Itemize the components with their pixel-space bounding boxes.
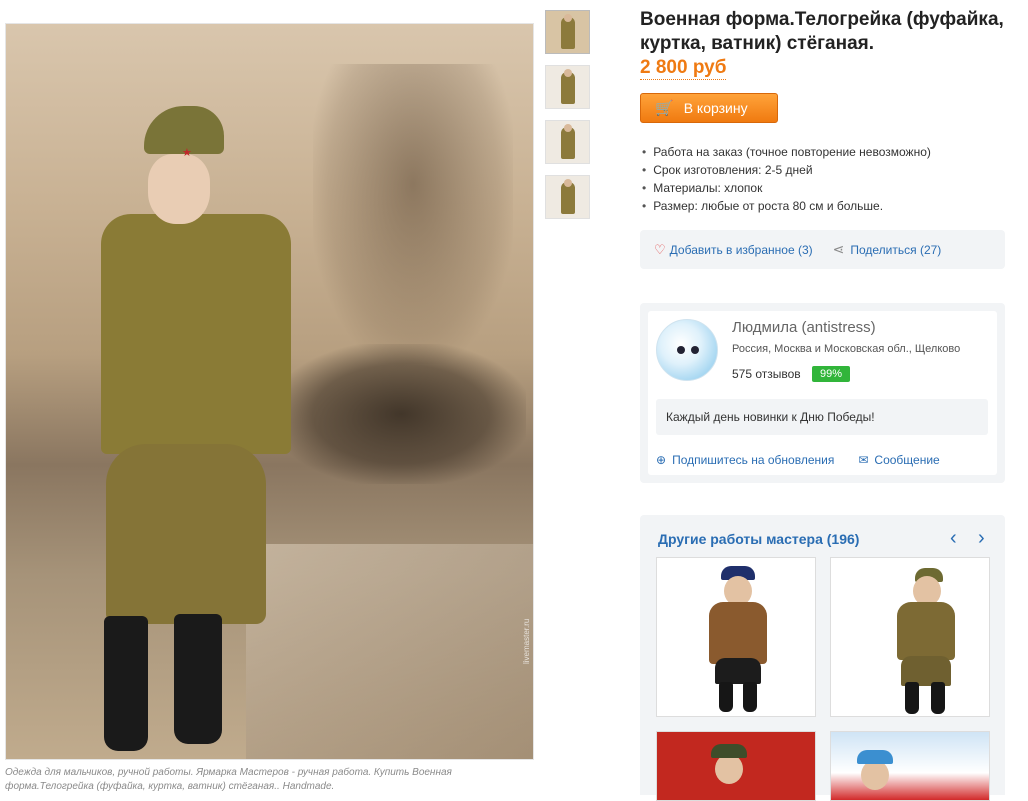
thumbnail-head: [564, 69, 572, 77]
product-price: 2 800 руб: [640, 57, 727, 80]
envelope-icon: ✉: [858, 453, 869, 467]
card-head: [861, 760, 889, 790]
other-work-card[interactable]: [656, 731, 816, 801]
card-cap: [857, 750, 893, 764]
background-cannon: [276, 344, 526, 484]
rating-badge: 99%: [812, 366, 850, 382]
seller-name[interactable]: Людмила (antistress): [732, 319, 876, 336]
share-icon: ⋖: [832, 241, 845, 257]
card-legs: [715, 658, 761, 684]
share-link[interactable]: ⋖ Поделиться (27): [813, 241, 942, 258]
card-boot: [931, 682, 945, 714]
thumbnail-head: [564, 14, 572, 22]
thumbnail-3[interactable]: [545, 120, 590, 164]
detail-item: Работа на заказ (точное повторение невоз…: [642, 143, 931, 161]
add-to-cart-label: В корзину: [683, 100, 748, 116]
other-works-title[interactable]: Другие работы мастера (196): [658, 531, 859, 547]
card-body: [897, 602, 955, 660]
boy-jacket: [101, 214, 291, 454]
thumbnail-head: [564, 179, 572, 187]
thumbnail-head: [564, 124, 572, 132]
seller-card: Людмила (antistress) Россия, Москва и Мо…: [640, 303, 1005, 483]
seller-reviews[interactable]: 575 отзывов: [732, 367, 801, 381]
message-link[interactable]: ✉ Сообщение: [858, 453, 939, 467]
card-boot: [905, 682, 919, 714]
thumbnail-1[interactable]: [545, 10, 590, 54]
seller-card-inner: Людмила (antistress) Россия, Москва и Мо…: [648, 311, 997, 475]
favorites-label: Добавить в избранное (3): [669, 242, 813, 257]
image-watermark: livemaster.ru: [522, 618, 531, 664]
carousel-next-button[interactable]: ›: [978, 527, 985, 549]
cart-icon: 🛒: [655, 100, 674, 117]
thumbnail-4[interactable]: [545, 175, 590, 219]
other-works-panel: Другие работы мастера (196) ‹ ›: [640, 515, 1005, 801]
plus-circle-icon: ⊕: [656, 453, 667, 467]
product-details: Работа на заказ (точное повторение невоз…: [642, 143, 931, 215]
add-to-favorites-link[interactable]: ♡ Добавить в избранное (3): [640, 242, 813, 258]
red-star-icon: ★: [182, 147, 192, 159]
other-work-card[interactable]: [830, 557, 990, 717]
other-work-card[interactable]: [656, 557, 816, 717]
detail-item: Размер: любые от роста 80 см и больше.: [642, 197, 931, 215]
boy-boot-right: [174, 614, 222, 744]
product-actions: ♡ Добавить в избранное (3) ⋖ Поделиться …: [640, 230, 1005, 269]
avatar-eye: [677, 346, 685, 354]
message-label: Сообщение: [874, 453, 940, 467]
subscribe-link[interactable]: ⊕ Подпишитесь на обновления: [656, 453, 834, 467]
other-work-card[interactable]: [830, 731, 990, 801]
background-road: [246, 544, 533, 759]
detail-item: Материалы: хлопок: [642, 179, 931, 197]
seller-announcement: Каждый день новинки к Дню Победы!: [656, 399, 988, 435]
share-label: Поделиться (27): [850, 242, 942, 257]
product-title: Военная форма.Телогрейка (фуфайка, куртк…: [640, 9, 1004, 54]
boy-face: [148, 154, 210, 224]
seller-links: ⊕ Подпишитесь на обновления ✉ Сообщение: [656, 453, 940, 467]
card-cap: [711, 744, 747, 758]
add-to-cart-button[interactable]: 🛒 В корзину: [640, 93, 778, 123]
thumbnail-2[interactable]: [545, 65, 590, 109]
card-boot: [743, 682, 757, 712]
card-boot: [719, 682, 733, 712]
image-caption: Одежда для мальчиков, ручной работы. Ярм…: [5, 767, 452, 792]
seller-location: Россия, Москва и Московская обл., Щелков…: [732, 343, 961, 355]
card-body: [709, 602, 767, 664]
avatar[interactable]: [656, 319, 718, 381]
carousel-prev-button[interactable]: ‹: [950, 527, 957, 549]
subscribe-label: Подпишитесь на обновления: [672, 453, 835, 467]
boy-trousers: [106, 444, 266, 624]
heart-icon: ♡: [654, 241, 666, 257]
avatar-eye: [691, 346, 699, 354]
boy-boot-left: [104, 616, 148, 751]
card-head: [715, 754, 743, 784]
main-product-image[interactable]: ★ livemaster.ru: [5, 23, 534, 760]
background-trees: [313, 64, 513, 364]
detail-item: Срок изготовления: 2-5 дней: [642, 161, 931, 179]
